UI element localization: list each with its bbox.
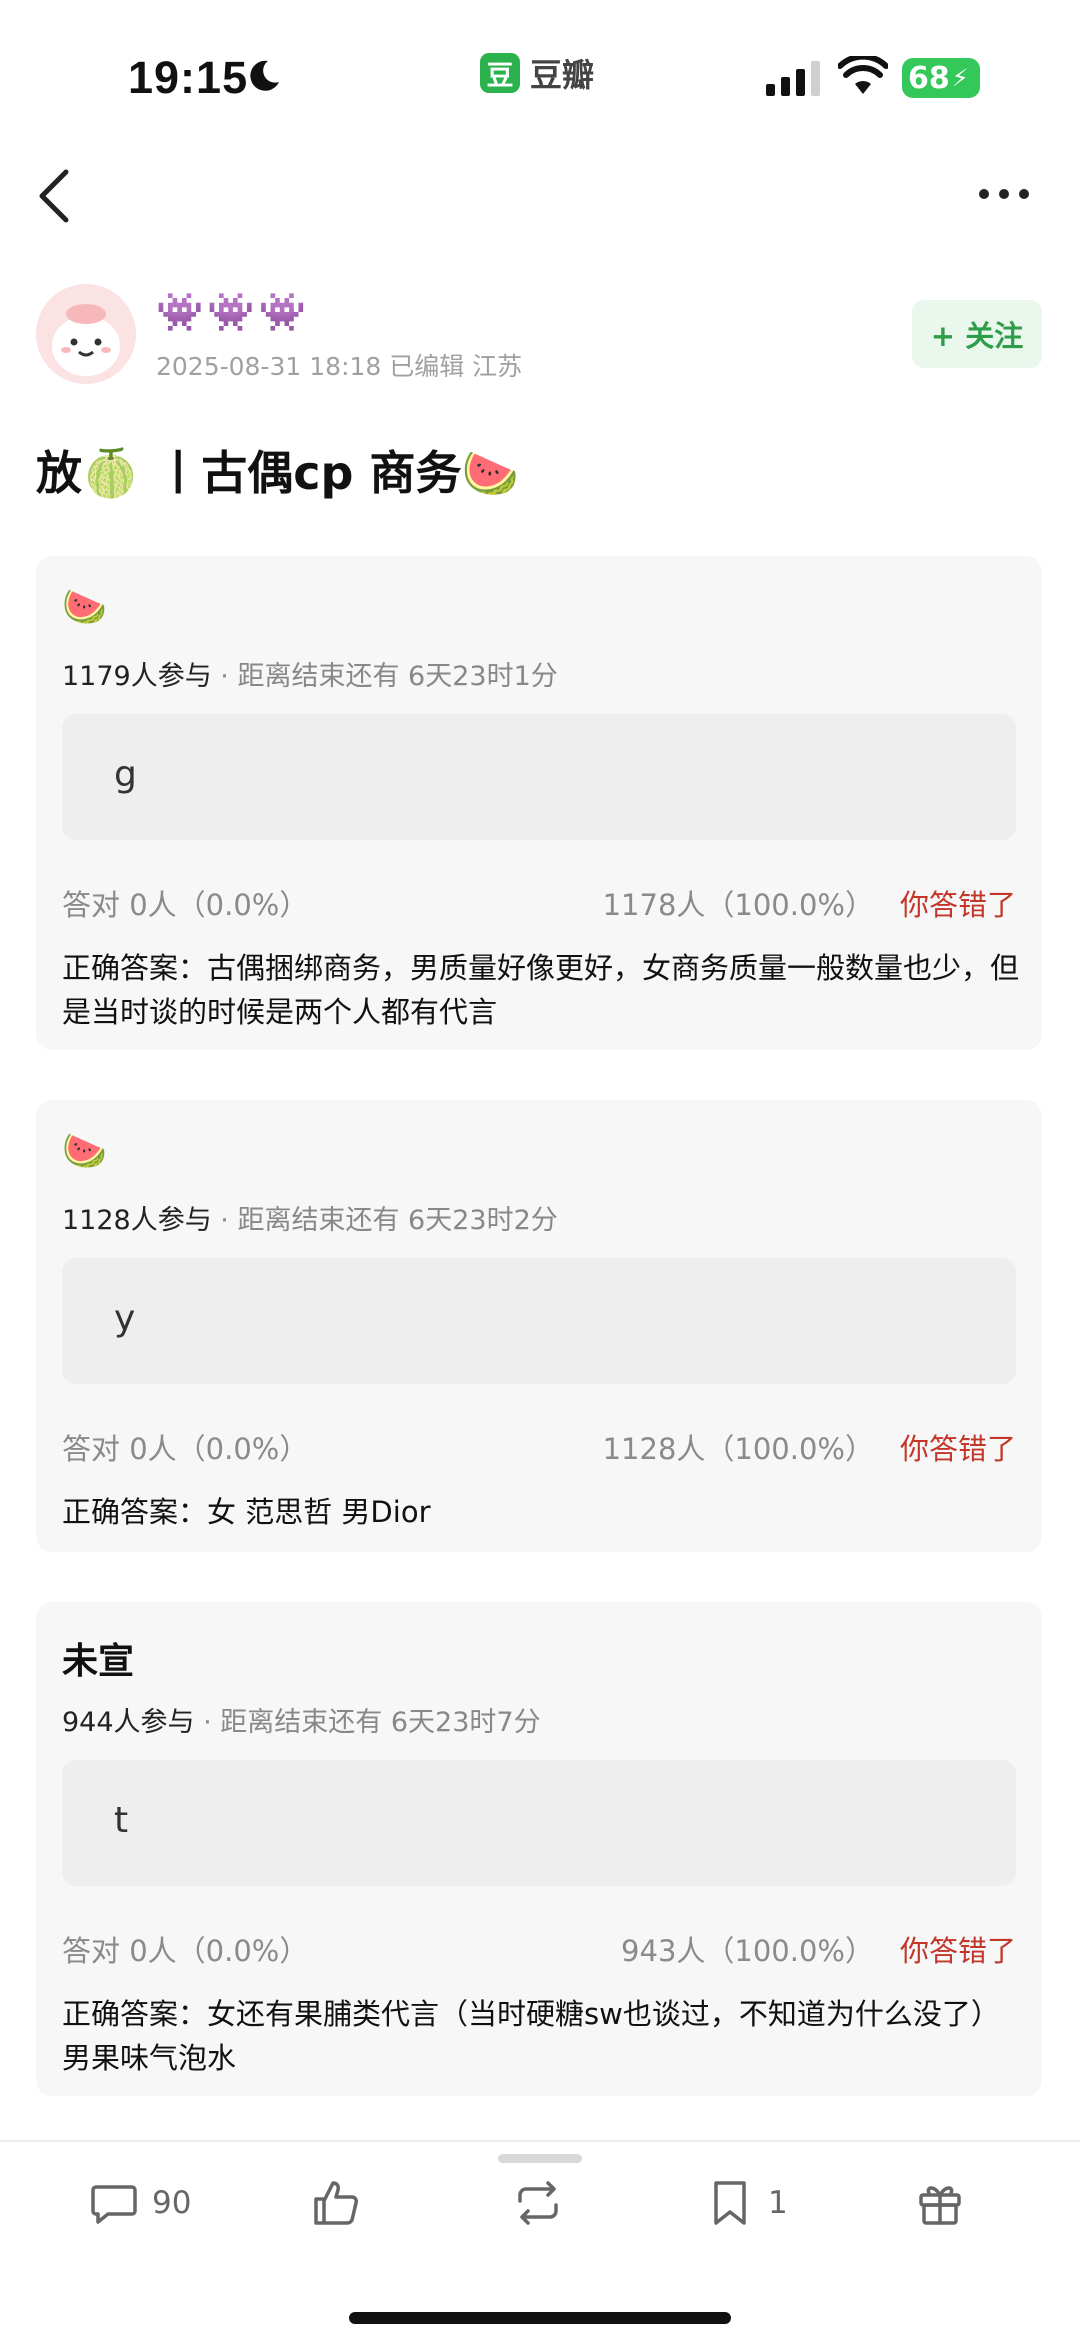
status-time: 19:15 — [128, 52, 249, 103]
more-icon[interactable] — [976, 184, 1032, 204]
poll-card: 🍉 1128人参与 · 距离结束还有 6天23时2分 y 答对 0人（0.0%）… — [36, 1100, 1042, 1552]
poll-wrong-count: 943人（100.0%） — [621, 1934, 874, 1968]
poll-wrong-count: 1128人（100.0%） — [602, 1432, 874, 1466]
post-meta: 2025-08-31 18:18 已编辑 江苏 — [156, 352, 523, 381]
collect-count: 1 — [768, 2185, 788, 2221]
author-avatar[interactable] — [36, 284, 136, 384]
repost-icon — [518, 2181, 558, 2225]
status-app-indicator: 豆 豆瓣 — [480, 50, 594, 96]
poll-wrong-count: 1178人（100.0%） — [602, 888, 874, 922]
poll-correct-result: 答对 0人（0.0%） — [62, 1934, 309, 1968]
post-title: 放🍈 丨古偶cp 商务🍉 — [36, 446, 519, 500]
poll-verdict: 你答错了 — [899, 888, 1016, 922]
poll-option-label: y — [114, 1298, 136, 1339]
home-indicator[interactable] — [349, 2312, 731, 2324]
charging-icon: ⚡ — [951, 64, 969, 92]
battery-indicator: 68 ⚡ — [902, 58, 980, 98]
comment-count: 90 — [152, 2185, 192, 2221]
gift-button[interactable] — [914, 2168, 966, 2238]
poll-wrong-result: 1178人（100.0%） 你答错了 — [603, 882, 1016, 924]
poll-answer: 正确答案：古偶捆绑商务，男质量好像更好，女商务质量一般数量也少，但是当时谈的时候… — [62, 951, 1020, 1029]
poll-option[interactable]: g — [62, 714, 1016, 840]
wifi-icon — [838, 56, 888, 94]
moon-icon — [250, 60, 279, 91]
battery-level: 68 — [908, 60, 950, 96]
status-app-name: 豆瓣 — [530, 56, 595, 94]
bottom-bar-divider — [0, 2140, 1080, 2142]
poll-answer: 正确答案：女 范思哲 男Dior — [62, 1495, 431, 1529]
back-icon[interactable] — [34, 166, 74, 226]
poll-option-label: g — [114, 754, 137, 795]
collect-icon — [714, 2181, 746, 2225]
author-name[interactable]: 👾👾👾 — [156, 290, 310, 335]
poll-participants: 1128人参与 — [62, 1205, 212, 1236]
poll-correct-result: 答对 0人（0.0%） — [62, 888, 309, 922]
poll-participants: 944人参与 — [62, 1707, 195, 1738]
poll-verdict: 你答错了 — [899, 1934, 1016, 1968]
poll-deadline: 距离结束还有 6天23时2分 — [237, 1205, 558, 1236]
poll-option-label: t — [114, 1800, 129, 1841]
poll-deadline: 距离结束还有 6天23时7分 — [220, 1707, 541, 1738]
avatar-illustration-icon — [52, 304, 120, 376]
follow-button[interactable]: + 关注 — [912, 300, 1042, 368]
poll-title: 未宣 — [62, 1641, 135, 1682]
poll-meta: 1128人参与 · 距离结束还有 6天23时2分 — [62, 1205, 558, 1236]
poll-title: 🍉 — [62, 587, 107, 628]
comment-button[interactable]: 90 — [88, 2168, 191, 2238]
poll-verdict: 你答错了 — [899, 1432, 1016, 1466]
like-icon — [314, 2181, 358, 2225]
drag-handle[interactable] — [498, 2154, 582, 2163]
repost-button[interactable] — [512, 2168, 564, 2238]
poll-option[interactable]: t — [62, 1760, 1016, 1886]
poll-card: 🍉 1179人参与 · 距离结束还有 6天23时1分 g 答对 0人（0.0%）… — [36, 556, 1042, 1050]
poll-card: 未宣 944人参与 · 距离结束还有 6天23时7分 t 答对 0人（0.0%）… — [36, 1602, 1042, 2096]
poll-title: 🍉 — [62, 1131, 107, 1172]
poll-deadline: 距离结束还有 6天23时1分 — [237, 661, 558, 692]
like-button[interactable] — [310, 2168, 362, 2238]
douban-logo-icon: 豆 — [480, 53, 520, 93]
poll-meta: 944人参与 · 距离结束还有 6天23时7分 — [62, 1707, 541, 1738]
signal-icon — [766, 61, 820, 96]
gift-icon — [919, 2186, 961, 2225]
poll-option[interactable]: y — [62, 1258, 1016, 1384]
poll-answer: 正确答案：女还有果脯类代言（当时硬糖sw也谈过，不知道为什么没了） 男果味气泡水 — [62, 1997, 1000, 2075]
poll-wrong-result: 1128人（100.0%） 你答错了 — [603, 1426, 1016, 1468]
poll-correct-result: 答对 0人（0.0%） — [62, 1432, 309, 1466]
poll-meta: 1179人参与 · 距离结束还有 6天23时1分 — [62, 661, 558, 692]
poll-participants: 1179人参与 — [62, 661, 212, 692]
collect-button[interactable]: 1 — [704, 2168, 788, 2238]
poll-wrong-result: 943人（100.0%） 你答错了 — [621, 1928, 1016, 1970]
comment-icon — [91, 2185, 137, 2224]
